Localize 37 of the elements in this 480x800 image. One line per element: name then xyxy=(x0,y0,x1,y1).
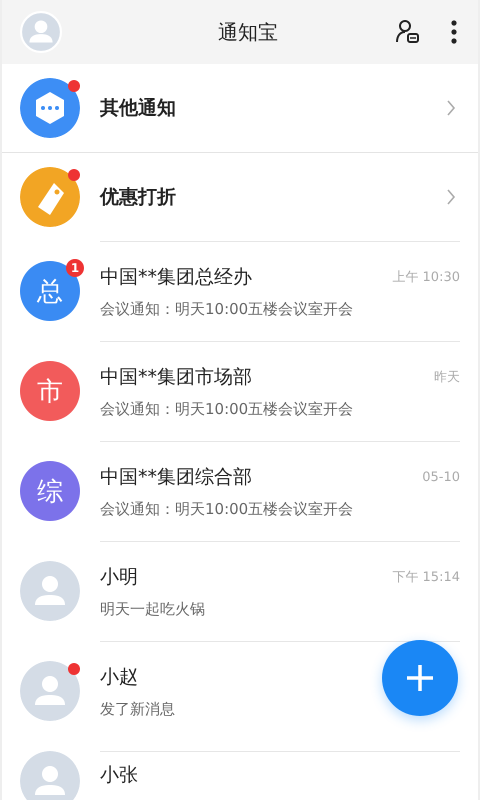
plus-icon xyxy=(405,663,435,693)
chevron-right-icon xyxy=(446,188,456,206)
unread-count: 1 xyxy=(66,259,84,277)
chat-name: 小明 xyxy=(100,565,138,590)
chat-time: 下午 15:14 xyxy=(392,569,460,586)
chat-name: 中国**集团市场部 xyxy=(100,365,252,390)
group-avatar: 综 xyxy=(20,461,80,521)
chat-time: 05-10 xyxy=(422,470,460,484)
message-preview: 会议通知：明天10:00五楼会议室开会 xyxy=(100,400,354,419)
message-preview: 发了新消息 xyxy=(100,700,176,719)
category-label: 优惠打折 xyxy=(100,185,177,210)
chat-item[interactable]: 综 中国**集团综合部 05-10 会议通知：明天10:00五楼会议室开会 xyxy=(2,441,478,541)
group-avatar: 市 xyxy=(20,361,80,421)
chat-name: 中国**集团综合部 xyxy=(100,465,252,490)
chat-name: 小赵 xyxy=(100,665,138,690)
message-preview: 会议通知：明天10:00五楼会议室开会 xyxy=(100,500,354,519)
person-avatar-icon xyxy=(20,561,80,621)
category-item[interactable]: 优惠打折 xyxy=(2,153,478,241)
chat-time: 上午 10:30 xyxy=(392,269,460,286)
chat-time: 昨天 xyxy=(434,369,460,386)
more-icon[interactable] xyxy=(450,18,458,46)
unread-dot xyxy=(68,663,80,675)
chat-item[interactable]: 小张 xyxy=(2,741,478,800)
app-title: 通知宝 xyxy=(217,18,279,46)
add-button[interactable] xyxy=(382,640,458,716)
person-avatar-icon xyxy=(20,661,80,721)
chat-item[interactable]: 市 中国**集团市场部 昨天 会议通知：明天10:00五楼会议室开会 xyxy=(2,341,478,441)
category-item[interactable]: 其他通知 xyxy=(2,64,478,153)
chat-item[interactable]: 总 1 中国**集团总经办 上午 10:30 会议通知：明天10:00五楼会议室开会 xyxy=(2,241,478,341)
chevron-right-icon xyxy=(446,99,456,117)
chat-name: 中国**集团总经办 xyxy=(100,265,252,290)
message-preview: 会议通知：明天10:00五楼会议室开会 xyxy=(100,300,354,319)
chat-item[interactable]: 小明 下午 15:14 明天一起吃火锅 xyxy=(2,541,478,641)
contact-card-icon[interactable] xyxy=(394,18,422,46)
category-label: 其他通知 xyxy=(100,96,177,121)
message-preview: 明天一起吃火锅 xyxy=(100,600,206,619)
chat-name: 小张 xyxy=(100,763,138,788)
